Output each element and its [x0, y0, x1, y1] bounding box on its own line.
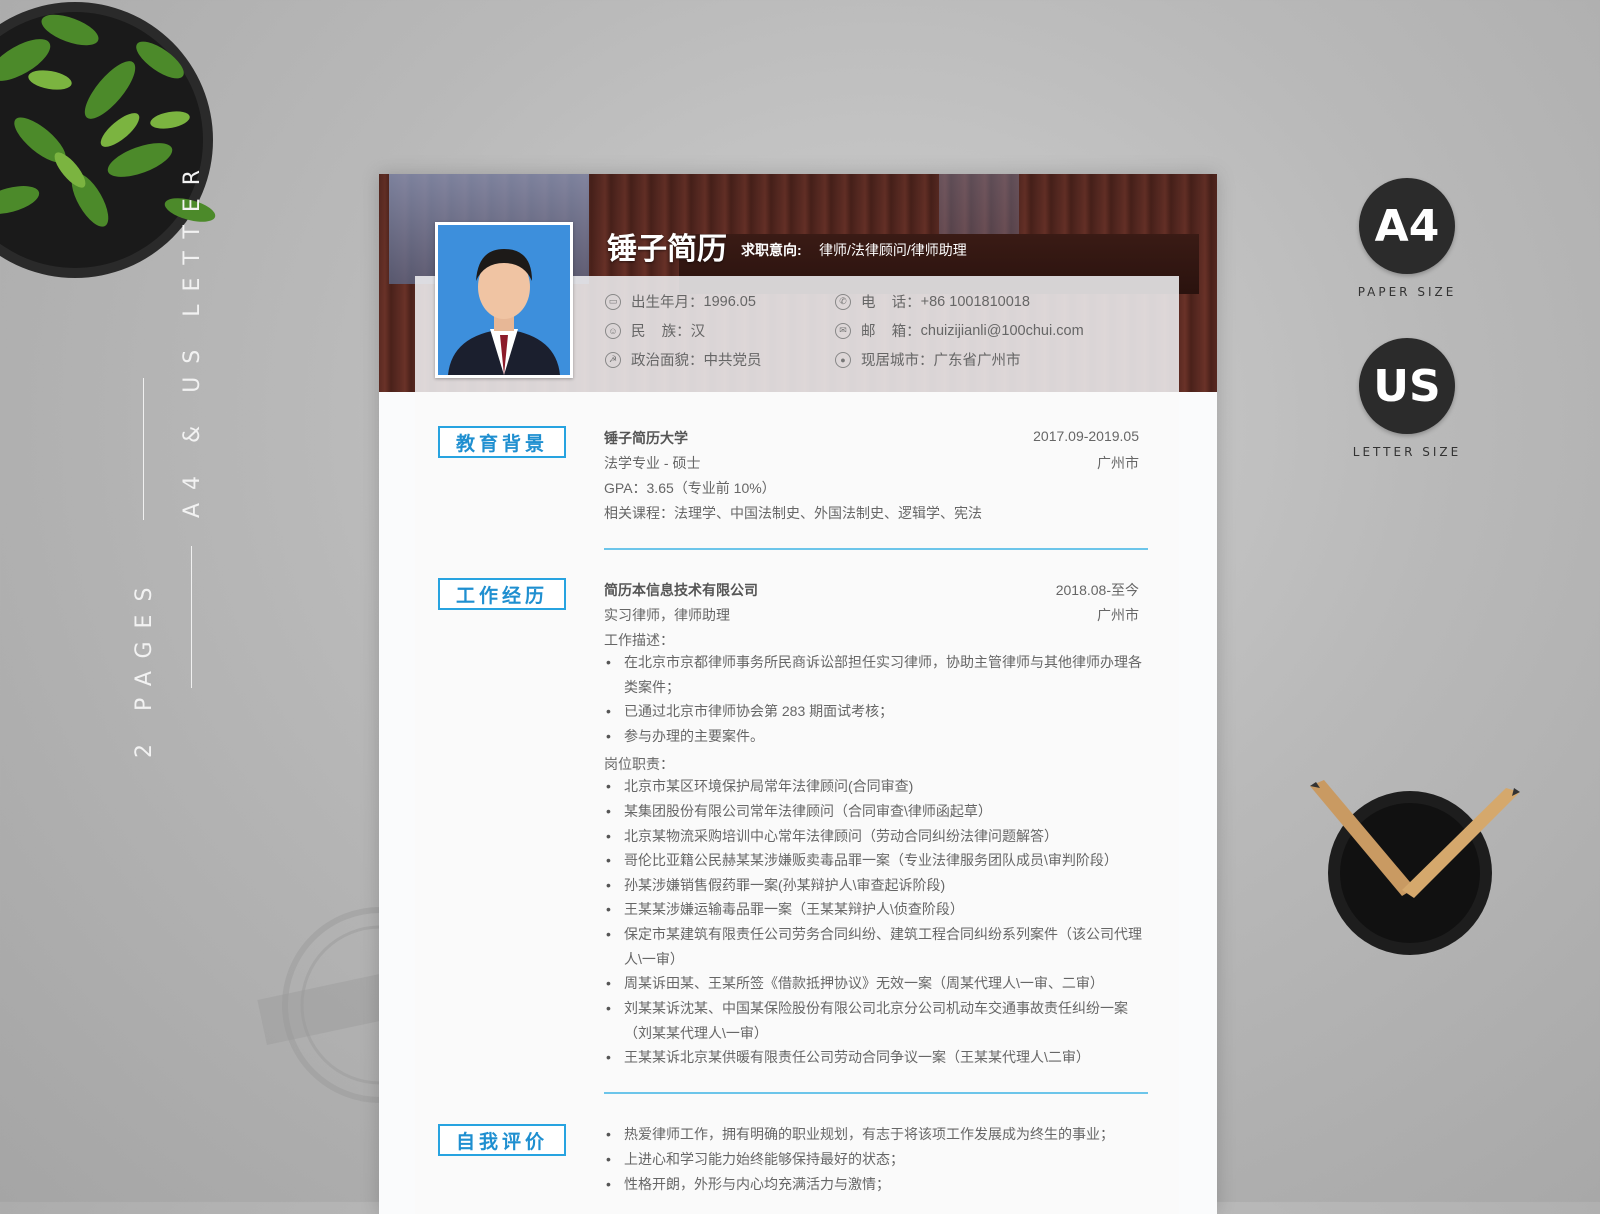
company-name: 简历本信息技术有限公司 — [604, 582, 758, 598]
list-item: 热爱律师工作，拥有明确的职业规划，有志于将该项工作发展成为终生的事业； — [606, 1122, 1144, 1147]
list-item: 王某某涉嫌运输毒品罪一案（王某某辩护人\侦查阶段） — [606, 897, 1144, 922]
info-phone: ✆ 电 话： +86 1001810018 — [835, 291, 1030, 312]
education-section-title: 教育背景 — [438, 426, 566, 458]
profile-photo — [435, 222, 573, 378]
education-courses: 相关课程：法理学、中国法制史、外国法制史、逻辑学、宪法 — [604, 505, 982, 521]
list-item: 周某诉田某、王某所签《借款抵押协议》无效一案（周某代理人\一审、二审） — [606, 971, 1144, 996]
school-name: 锤子简历大学 — [604, 430, 688, 446]
education-period: 2017.09-2019.05 — [1033, 428, 1139, 444]
list-item: 孙某涉嫌销售假药罪一案(孙某辩护人\审查起诉阶段) — [606, 873, 1144, 898]
side-text-a4-us-letter: A4 & US LETTER — [180, 156, 205, 518]
list-item: 参与办理的主要案件。 — [606, 724, 1144, 749]
info-value: 广东省广州市 — [933, 353, 1021, 369]
info-birth: ▭ 出生年月： 1996.05 — [605, 291, 756, 312]
person-icon: ☺ — [605, 322, 621, 339]
info-ethnicity: ☺ 民 族： 汉 — [605, 320, 705, 341]
work-role: 实习律师，律师助理 — [604, 607, 730, 623]
self-section-title: 自我评价 — [438, 1124, 566, 1156]
header-banner: 锤子简历 求职意向: 律师/法律顾问/律师助理 ▭ 出生年月： 1996.05 … — [379, 174, 1217, 392]
pencil-cup-decoration — [1310, 780, 1520, 955]
list-item: 保定市某建筑有限责任公司劳务合同纠纷、建筑工程合同纠纷系列案件（该公司代理人\一… — [606, 922, 1144, 971]
info-label: 民 族 — [631, 324, 677, 340]
a4-badge-caption: PAPER SIZE — [1357, 285, 1457, 299]
mail-icon: ✉ — [835, 322, 851, 339]
info-label: 电 话 — [861, 295, 907, 311]
work-period: 2018.08-至今 — [1055, 582, 1139, 598]
list-item: 在北京市京都律师事务所民商诉讼部担任实习律师，协助主管律师与其他律师办理各类案件… — [606, 650, 1144, 699]
section-divider — [604, 1092, 1148, 1094]
info-label: 邮 箱 — [861, 324, 907, 340]
work-section-title: 工作经历 — [438, 578, 566, 610]
us-badge-caption: LETTER SIZE — [1352, 445, 1462, 459]
side-text-pages: 2 PAGES — [132, 574, 157, 758]
location-icon: ● — [835, 351, 851, 368]
work-desc-label: 工作描述： — [604, 632, 674, 648]
job-intent-value: 律师/法律顾问/律师助理 — [819, 242, 967, 258]
info-email: ✉ 邮 箱： chuizijianli@100chui.com — [835, 320, 1084, 341]
party-icon: ☭ — [605, 351, 621, 368]
list-item: 已通过北京市律师协会第 283 期面试考核； — [606, 699, 1144, 724]
info-value: +86 1001810018 — [920, 293, 1030, 310]
list-item: 上进心和学习能力始终能够保持最好的状态； — [606, 1147, 1144, 1172]
education-major: 法学专业 - 硕士 — [604, 455, 701, 471]
info-value: chuizijianli@100chui.com — [920, 322, 1084, 339]
list-item: 王某某诉北京某供暖有限责任公司劳动合同争议一案（王某某代理人\二审） — [606, 1045, 1144, 1070]
list-item: 刘某某诉沈某、中国某保险股份有限公司北京分公司机动车交通事故责任纠纷一案（刘某某… — [606, 996, 1144, 1045]
phone-icon: ✆ — [835, 293, 851, 310]
side-line-1 — [143, 378, 144, 520]
list-item: 北京某物流采购培训中心常年法律顾问（劳动合同纠纷法律问题解答） — [606, 824, 1144, 849]
list-item: 性格开朗，外形与内心均充满活力与激情； — [606, 1172, 1144, 1197]
work-city: 广州市 — [1097, 607, 1139, 623]
plant-decoration — [0, 2, 216, 278]
work-duty-label: 岗位职责： — [604, 756, 674, 772]
id-card-icon: ▭ — [605, 293, 621, 310]
job-intent-label: 求职意向: — [741, 242, 802, 258]
info-label: 出生年月 — [631, 295, 689, 311]
info-city: ● 现居城市： 广东省广州市 — [835, 349, 1021, 370]
avatar-icon — [438, 225, 570, 375]
info-label: 现居城市 — [861, 353, 919, 369]
list-item: 北京市某区环境保护局常年法律顾问(合同审查) — [606, 774, 1144, 799]
info-value: 中共党员 — [703, 353, 762, 369]
resume-name: 锤子简历 — [607, 233, 727, 266]
us-badge: US — [1359, 338, 1455, 434]
info-political: ☭ 政治面貌： 中共党员 — [605, 349, 762, 370]
info-label: 政治面貌 — [631, 353, 689, 369]
list-item: 某集团股份有限公司常年法律顾问（合同审查\律师函起草） — [606, 799, 1144, 824]
education-city: 广州市 — [1097, 455, 1139, 471]
list-item: 哥伦比亚籍公民赫某某涉嫌贩卖毒品罪一案（专业法律服务团队成员\审判阶段） — [606, 848, 1144, 873]
education-gpa: GPA：3.65（专业前 10%） — [604, 480, 776, 496]
section-divider — [604, 548, 1148, 550]
info-value: 汉 — [690, 324, 706, 340]
resume-paper: 锤子简历 求职意向: 律师/法律顾问/律师助理 ▭ 出生年月： 1996.05 … — [379, 174, 1217, 1214]
side-line-2 — [191, 546, 192, 688]
a4-badge: A4 — [1359, 178, 1455, 274]
info-value: 1996.05 — [703, 293, 756, 310]
